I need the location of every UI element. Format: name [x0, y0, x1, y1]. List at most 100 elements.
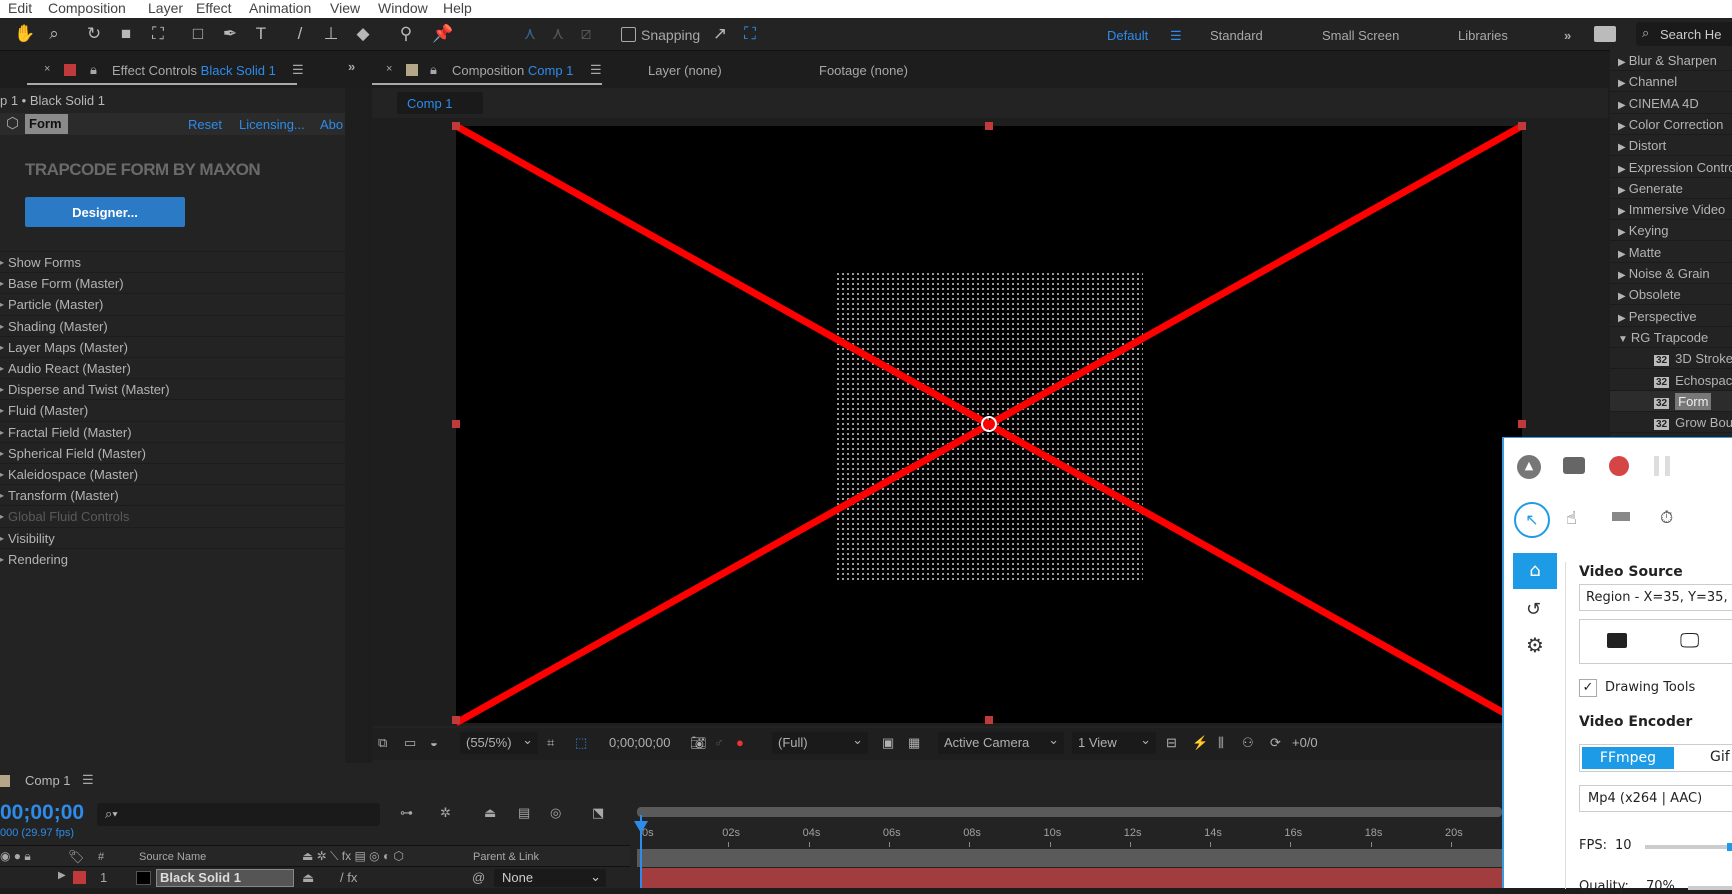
panel-menu-icon[interactable]: ☰ [82, 772, 94, 788]
effect-category[interactable]: ▶ Matte [1610, 242, 1732, 263]
format-select[interactable]: Mp4 (x264 | AAC) [1579, 785, 1732, 812]
snap-options-icon[interactable]: ↗ [710, 24, 730, 44]
workspace-standard[interactable]: Standard [1210, 28, 1263, 43]
always-preview-icon[interactable]: ⧉ [378, 735, 387, 751]
mask-visibility-icon[interactable]: ◒ [430, 735, 438, 750]
menu-help[interactable]: Help [443, 0, 472, 16]
menu-layer[interactable]: Layer [148, 0, 183, 16]
menu-effect[interactable]: Effect [196, 0, 232, 16]
designer-button[interactable]: Designer... [25, 197, 185, 227]
menu-view[interactable]: View [330, 0, 360, 16]
reset-link[interactable]: Reset [188, 117, 222, 132]
keyboard-icon[interactable] [1612, 512, 1630, 521]
footage-tab[interactable]: Footage (none) [819, 63, 908, 78]
camera-dropdown[interactable]: Active Camera [938, 732, 1064, 754]
snap-feature-icon[interactable]: ⛶ [740, 24, 760, 44]
flowchart-icon[interactable]: ⚇ [1242, 735, 1254, 751]
view-layout-dropdown[interactable]: 1 View [1072, 732, 1156, 754]
effect-name[interactable]: Form [25, 114, 68, 134]
quality-slider[interactable] [1688, 886, 1732, 890]
record-button[interactable] [1609, 456, 1629, 476]
monitor-icon[interactable]: ▭ [404, 735, 416, 751]
resolution-dropdown[interactable]: (Full) [772, 732, 868, 754]
workspace-small-screen[interactable]: Small Screen [1322, 28, 1399, 43]
close-tab-icon[interactable]: × [44, 63, 50, 75]
effect-group[interactable]: Base Form (Master) [0, 272, 345, 294]
camera-tool-icon[interactable]: ■ [116, 24, 136, 44]
close-tab-icon[interactable]: × [386, 63, 392, 75]
graph-editor-icon[interactable]: ⬔ [592, 805, 604, 821]
effect-category[interactable]: ▶ Distort [1610, 135, 1732, 157]
clone-stamp-tool-icon[interactable]: ⊥ [321, 24, 341, 44]
menu-composition[interactable]: Composition [48, 0, 126, 16]
transparency-icon[interactable]: ▦ [908, 735, 920, 751]
effect-category[interactable]: ▶ Generate [1610, 178, 1732, 199]
current-time[interactable]: 0;00;00;00 [609, 735, 670, 750]
effect-item[interactable]: 32 3D Stroke [1610, 348, 1732, 370]
axis-local-icon[interactable]: ⋏ [520, 24, 540, 44]
composition-mini-flowchart-icon[interactable]: ⊶ [400, 805, 413, 821]
axis-view-icon[interactable]: ⧄ [576, 24, 596, 44]
workspace-default[interactable]: Default [1107, 28, 1148, 43]
cursor-capture-toggle[interactable]: ↖ [1514, 502, 1550, 538]
lock-icon[interactable]: 🔒︎ [90, 62, 97, 78]
layer-tab[interactable]: Layer (none) [648, 63, 722, 78]
effect-category[interactable]: ▶ CINEMA 4D [1610, 93, 1732, 114]
timeline-timecode[interactable]: 00;00;00 [0, 801, 84, 825]
fast-preview-icon[interactable]: ▣ [882, 735, 894, 751]
effect-group[interactable]: Audio React (Master) [0, 357, 345, 379]
drawing-tools-checkbox[interactable]: ✓ [1579, 679, 1597, 697]
puppet-pin-tool-icon[interactable]: 📌 [432, 24, 453, 44]
effect-category[interactable]: ▶ Blur & Sharpen [1610, 50, 1732, 71]
effect-group[interactable]: Shading (Master) [0, 314, 345, 337]
pen-tool-icon[interactable]: ✒ [220, 24, 240, 44]
layer-name[interactable]: Black Solid 1 [156, 869, 294, 887]
type-tool-icon[interactable]: T [251, 24, 271, 44]
rectangle-tool-icon[interactable]: □ [188, 24, 208, 44]
roto-brush-tool-icon[interactable]: ⚲ [396, 24, 416, 44]
frame-blending-icon[interactable]: ▤ [518, 805, 530, 821]
effect-category[interactable]: ▶ Immersive Video [1610, 199, 1732, 221]
eraser-tool-icon[interactable]: ◆ [353, 24, 373, 44]
snapshot-icon[interactable]: 📷︎ [690, 735, 707, 751]
fps-slider[interactable] [1645, 843, 1732, 851]
panel-menu-icon[interactable]: ☰ [292, 62, 304, 78]
pause-button[interactable] [1654, 456, 1670, 476]
effect-group[interactable]: Fluid (Master) [0, 399, 345, 421]
expand-layer-icon[interactable]: ▶ [58, 870, 66, 881]
history-icon[interactable]: ↺ [1526, 599, 1541, 620]
toggle-pixel-icon[interactable]: ⊟ [1166, 735, 1177, 751]
licensing-link[interactable]: Licensing... [239, 117, 305, 132]
effect-group[interactable]: Particle (Master) [0, 293, 345, 315]
region-of-interest-icon[interactable]: ⌗ [547, 735, 554, 751]
webcam-icon[interactable] [1607, 633, 1627, 648]
exposure-value[interactable]: +0/0 [1292, 735, 1318, 750]
effect-group[interactable]: Fractal Field (Master) [0, 420, 345, 443]
effect-group[interactable]: Disperse and Twist (Master) [0, 378, 345, 400]
parent-dropdown[interactable]: None [494, 869, 606, 887]
panel-menu-icon[interactable]: ☰ [590, 62, 602, 78]
composition-tab[interactable]: Composition Comp 1 [452, 63, 573, 78]
effect-category[interactable]: ▶ Channel [1610, 71, 1732, 93]
lock-icon[interactable]: 🔒︎ [430, 62, 437, 78]
collapse-icon[interactable]: ▲ [1517, 455, 1541, 479]
effect-group[interactable]: Visibility [0, 526, 345, 549]
layer-label-color[interactable] [73, 871, 86, 884]
encoder-ffmpeg-tab[interactable]: FFmpeg [1582, 747, 1674, 769]
draft-3d-icon[interactable]: ✲ [440, 805, 451, 821]
viewer-canvas[interactable] [372, 118, 1608, 726]
effect-group[interactable]: Rendering [0, 547, 345, 570]
effect-group[interactable]: Spherical Field (Master) [0, 441, 345, 464]
home-nav-button[interactable]: ⌂ [1513, 553, 1557, 589]
effect-item[interactable]: 32 Form [1610, 390, 1732, 412]
settings-gear-icon[interactable]: ⚙ [1526, 633, 1544, 657]
panel-scrollbar[interactable] [345, 88, 368, 763]
workspace-menu-icon[interactable]: ☰ [1170, 28, 1182, 44]
more-workspaces-icon[interactable]: » [1564, 28, 1571, 43]
menu-window[interactable]: Window [378, 0, 428, 16]
motion-blur-icon[interactable]: ◎ [550, 805, 561, 821]
snapping-checkbox[interactable] [621, 27, 636, 42]
pan-behind-tool-icon[interactable]: ⛶ [148, 24, 168, 44]
workspace-libraries[interactable]: Libraries [1458, 28, 1508, 43]
about-link[interactable]: Abo [320, 117, 343, 132]
